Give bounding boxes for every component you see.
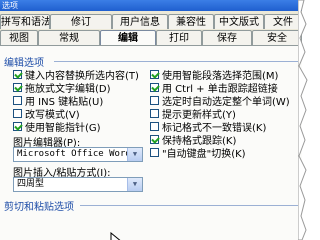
option-drag-drop-editing[interactable]: 拖放式文字编辑(D) xyxy=(13,81,111,95)
options-dialog: 选项 拼写和语法 修订 用户信息 兼容性 中文版式 文件 视图 常规 编辑 打印… xyxy=(0,0,302,240)
checkbox[interactable] xyxy=(150,108,159,118)
tab-track-changes[interactable]: 修订 xyxy=(50,14,112,29)
option-overtype-mode[interactable]: 改写模式(V) xyxy=(13,107,80,121)
chevron-down-icon[interactable]: ▼ xyxy=(127,148,142,161)
picture-editor-value: Microsoft Office Word xyxy=(17,149,131,159)
option-ins-key-paste[interactable]: 用 INS 键粘贴(U) xyxy=(13,94,103,108)
checkbox[interactable] xyxy=(13,121,22,131)
option-mark-formatting-inconsistencies[interactable]: 标记格式不一致错误(K) xyxy=(150,120,266,134)
checkbox[interactable] xyxy=(13,108,22,118)
tab-row-2: 视图 常规 编辑 打印 保存 安全 xyxy=(0,30,302,45)
edit-tab-panel: 编辑选项 键入内容替换所选内容(T) 拖放式文字编辑(D) 用 INS 键粘贴(… xyxy=(0,45,302,240)
checkbox[interactable] xyxy=(150,95,159,105)
torn-edge-decoration xyxy=(298,0,308,240)
checkbox[interactable] xyxy=(150,134,159,144)
option-prompt-update-style[interactable]: 提示更新样式(Y) xyxy=(150,107,236,121)
checkbox[interactable] xyxy=(13,82,22,92)
section-divider xyxy=(54,61,298,62)
checkbox[interactable] xyxy=(13,69,22,79)
option-smart-paragraph-selection[interactable]: 使用智能段落选择范围(M) xyxy=(150,68,278,82)
tab-save[interactable]: 保存 xyxy=(202,30,252,45)
title-bar: 选项 xyxy=(0,0,302,11)
tab-row-1: 拼写和语法 修订 用户信息 兼容性 中文版式 文件 xyxy=(0,14,302,29)
insert-paste-value: 四周型 xyxy=(17,179,45,189)
checkbox[interactable] xyxy=(13,95,22,105)
tab-user-info[interactable]: 用户信息 xyxy=(112,14,168,29)
checkbox[interactable] xyxy=(150,121,159,131)
tab-spelling-grammar[interactable]: 拼写和语法 xyxy=(0,14,50,29)
tab-security[interactable]: 安全 xyxy=(252,30,302,45)
option-ctrl-click-hyperlink[interactable]: 用 Ctrl + 单击跟踪超链接 xyxy=(150,81,278,95)
option-auto-select-word[interactable]: 选定时自动选定整个单词(W) xyxy=(150,94,290,108)
option-keep-track-formatting[interactable]: 保持格式跟踪(K) xyxy=(150,133,236,147)
option-smart-cursor[interactable]: 使用智能指针(G) xyxy=(13,120,101,134)
tab-view[interactable]: 视图 xyxy=(0,30,38,45)
insert-paste-select[interactable]: 四周型 ▼ xyxy=(13,177,143,192)
tab-general[interactable]: 常规 xyxy=(38,30,100,45)
option-auto-keyboard-switch[interactable]: "自动键盘"切换(K) xyxy=(150,146,246,160)
tab-compatibility[interactable]: 兼容性 xyxy=(168,14,214,29)
checkbox[interactable] xyxy=(150,69,159,79)
section-divider xyxy=(80,205,298,206)
chevron-down-icon[interactable]: ▼ xyxy=(127,178,142,191)
option-typing-replaces-selection[interactable]: 键入内容替换所选内容(T) xyxy=(13,68,139,82)
cut-paste-options-title: 剪切和粘贴选项 xyxy=(4,202,74,213)
picture-editor-select[interactable]: Microsoft Office Word ▼ xyxy=(13,147,143,162)
tab-asian-typography[interactable]: 中文版式 xyxy=(214,14,264,29)
tab-print[interactable]: 打印 xyxy=(156,30,202,45)
checkbox[interactable] xyxy=(150,147,159,157)
tab-file[interactable]: 文件 xyxy=(264,14,302,29)
tab-edit[interactable]: 编辑 xyxy=(100,30,156,45)
mouse-pointer-icon xyxy=(110,232,121,240)
checkbox[interactable] xyxy=(150,82,159,92)
